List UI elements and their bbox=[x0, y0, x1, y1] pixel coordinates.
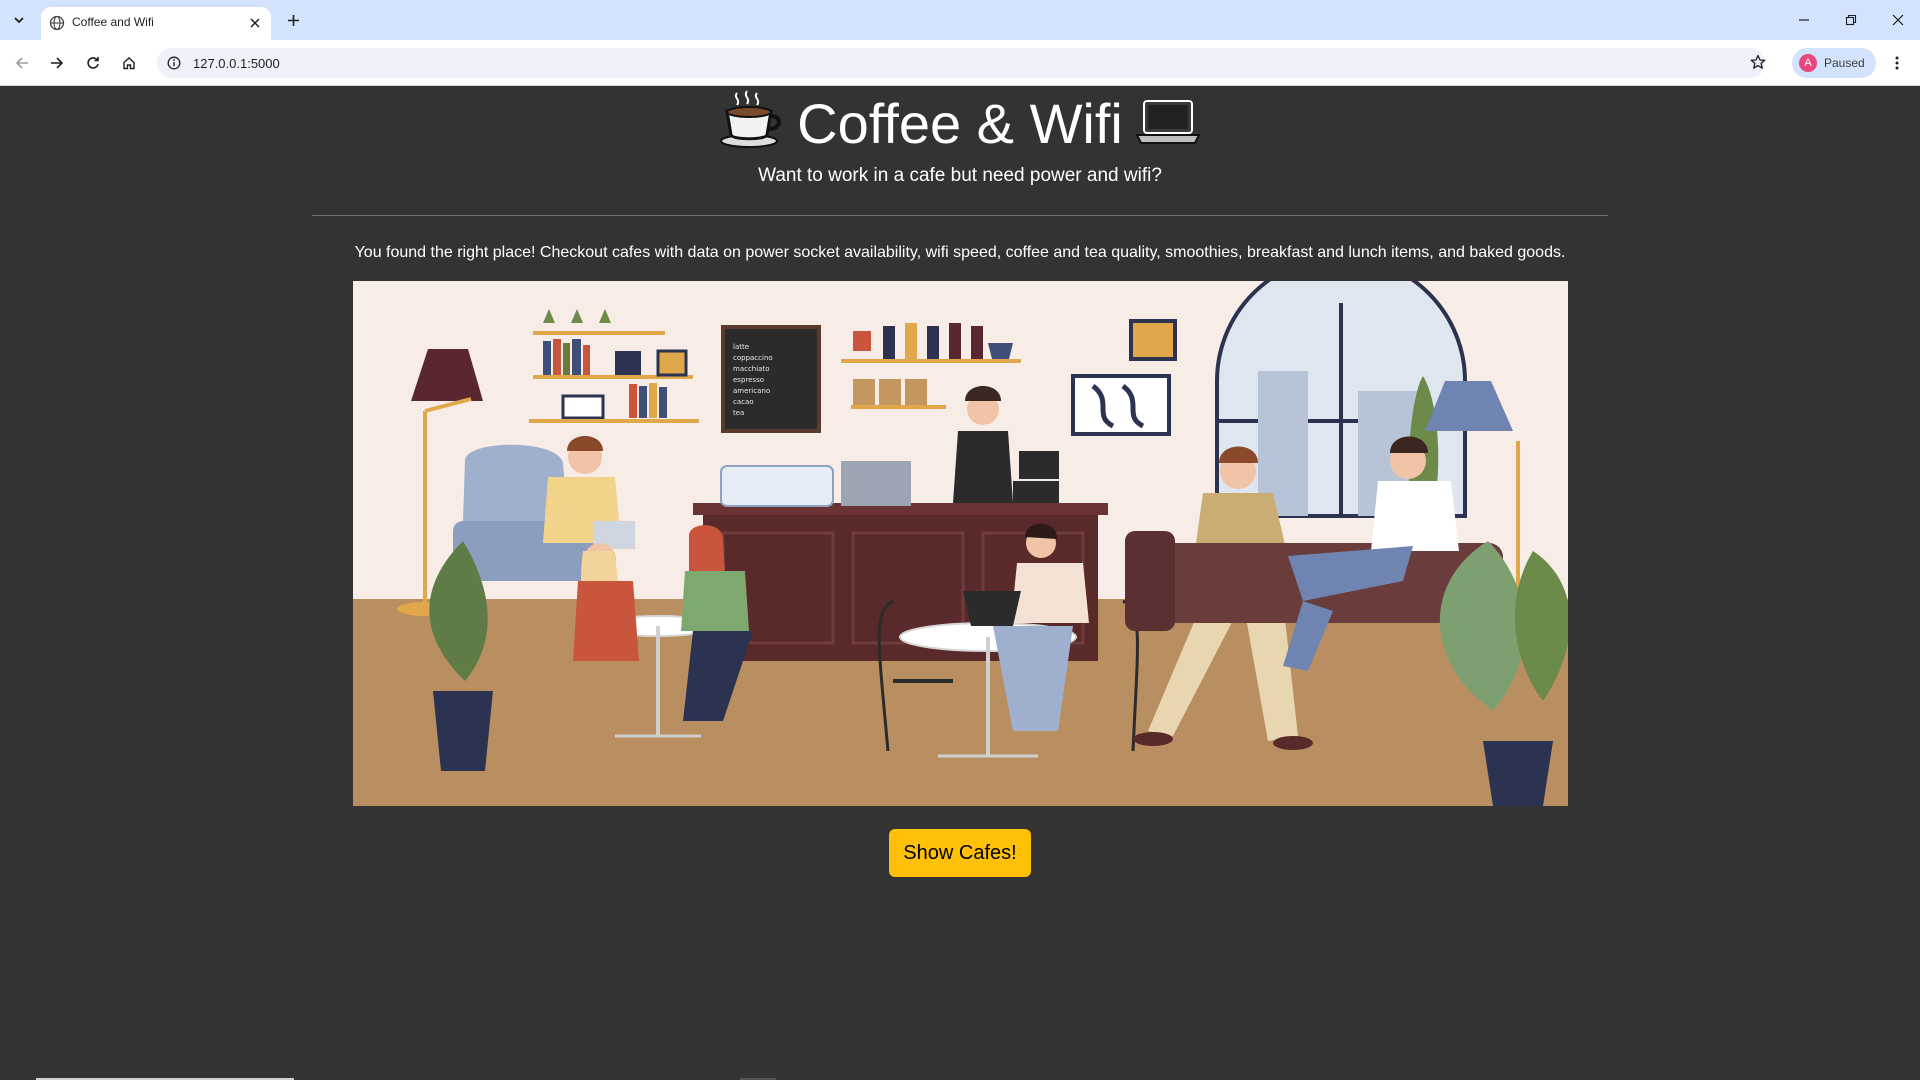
bookmark-button[interactable] bbox=[1745, 49, 1771, 75]
page-body: Coffee & Wifi Want to work in a cafe but… bbox=[0, 87, 1920, 1080]
chevron-down-icon bbox=[14, 17, 24, 24]
arrow-left-icon bbox=[15, 57, 28, 69]
svg-text:espresso: espresso bbox=[733, 376, 764, 384]
coffee-cup-icon bbox=[719, 89, 785, 167]
arrow-right-icon bbox=[51, 57, 64, 69]
minimize-button[interactable] bbox=[1789, 5, 1819, 35]
kebab-menu-icon bbox=[1895, 56, 1899, 70]
browser-tab-strip: Coffee and Wifi bbox=[0, 0, 1920, 40]
tab-close-button[interactable] bbox=[245, 13, 265, 33]
home-icon bbox=[123, 57, 135, 70]
avatar: A bbox=[1799, 54, 1817, 72]
profile-status: Paused bbox=[1824, 56, 1865, 70]
browser-toolbar: 127.0.0.1:5000 A Paused bbox=[0, 40, 1920, 86]
browser-menu-button[interactable] bbox=[1884, 50, 1910, 76]
close-icon bbox=[1892, 14, 1904, 26]
close-window-button[interactable] bbox=[1883, 5, 1913, 35]
star-icon bbox=[1750, 54, 1766, 69]
tab-search-button[interactable] bbox=[6, 7, 32, 33]
divider bbox=[312, 215, 1608, 216]
site-info-button[interactable] bbox=[165, 54, 183, 72]
address-bar[interactable]: 127.0.0.1:5000 bbox=[157, 48, 1765, 78]
cafe-illustration: latte coppaccino macchiato espresso amer… bbox=[353, 281, 1568, 806]
reload-button[interactable] bbox=[80, 50, 106, 76]
svg-text:tea: tea bbox=[733, 409, 744, 417]
globe-icon bbox=[49, 15, 65, 31]
restore-button[interactable] bbox=[1836, 5, 1866, 35]
new-tab-button[interactable] bbox=[281, 8, 305, 32]
laptop-icon bbox=[1135, 91, 1201, 165]
active-tab[interactable]: Coffee and Wifi bbox=[41, 7, 271, 40]
close-icon bbox=[250, 18, 260, 28]
lead-text: You found the right place! Checkout cafe… bbox=[354, 244, 1566, 261]
url-text: 127.0.0.1:5000 bbox=[193, 56, 280, 71]
info-icon bbox=[167, 56, 181, 70]
minimize-icon bbox=[1799, 19, 1809, 21]
profile-button[interactable]: A Paused bbox=[1792, 48, 1876, 78]
reload-icon bbox=[87, 57, 99, 69]
back-button[interactable] bbox=[9, 50, 35, 76]
home-button[interactable] bbox=[116, 50, 142, 76]
page-subtitle: Want to work in a cafe but need power an… bbox=[758, 165, 1162, 186]
title-text: Coffee & Wifi bbox=[797, 92, 1123, 155]
svg-text:latte: latte bbox=[733, 343, 749, 351]
svg-text:americano: americano bbox=[733, 387, 770, 395]
tab-title: Coffee and Wifi bbox=[72, 15, 154, 29]
svg-text:cacao: cacao bbox=[733, 398, 754, 406]
svg-text:coppaccino: coppaccino bbox=[733, 354, 773, 362]
svg-text:macchiato: macchiato bbox=[733, 365, 770, 373]
plus-icon bbox=[287, 14, 299, 26]
show-cafes-button[interactable]: Show Cafes! bbox=[889, 829, 1031, 877]
forward-button[interactable] bbox=[44, 50, 70, 76]
restore-icon bbox=[1845, 14, 1857, 26]
page-title: Coffee & Wifi bbox=[0, 87, 1920, 167]
